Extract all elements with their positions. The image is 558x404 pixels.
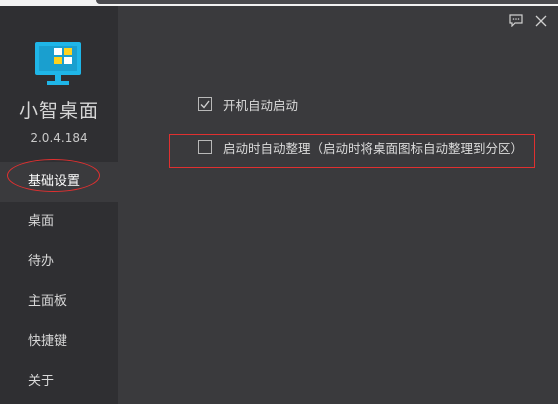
chat-bubble-icon: [509, 12, 523, 31]
sidebar-item-label: 基础设置: [28, 174, 81, 189]
feedback-button[interactable]: [507, 12, 525, 30]
sidebar-item-desktop[interactable]: 桌面: [0, 202, 118, 242]
sidebar-item-todo[interactable]: 待办: [0, 242, 118, 282]
sidebar-item-basic-settings[interactable]: 基础设置: [0, 162, 118, 202]
sidebar-item-label: 桌面: [28, 214, 55, 229]
app-logo-icon: [34, 40, 82, 88]
window-top-tab: [96, 0, 558, 4]
option-autostart[interactable]: 开机自动启动: [198, 95, 298, 113]
app-version: 2.0.4.184: [30, 131, 88, 145]
autostart-label: 开机自动启动: [223, 97, 299, 113]
sidebar: 小智桌面 2.0.4.184 基础设置 桌面 待办 主面板 快捷键 关于: [0, 6, 118, 404]
auto-organize-checkbox[interactable]: [198, 140, 212, 154]
sidebar-item-about[interactable]: 关于: [0, 362, 118, 402]
sidebar-item-label: 快捷键: [28, 334, 68, 349]
checkmark-icon: [200, 100, 210, 109]
option-auto-organize[interactable]: 启动时自动整理（启动时将桌面图标自动整理到分区）: [198, 138, 523, 156]
close-button[interactable]: [532, 12, 550, 30]
sidebar-item-label: 关于: [28, 374, 55, 389]
autostart-checkbox[interactable]: [198, 97, 212, 111]
settings-panel: [118, 6, 558, 404]
sidebar-item-shortcuts[interactable]: 快捷键: [0, 322, 118, 362]
sidebar-item-main-panel[interactable]: 主面板: [0, 282, 118, 322]
app-name: 小智桌面: [18, 100, 99, 122]
close-icon: [535, 12, 547, 31]
sidebar-item-label: 主面板: [28, 294, 68, 309]
auto-organize-label: 启动时自动整理（启动时将桌面图标自动整理到分区）: [223, 140, 524, 156]
sidebar-item-label: 待办: [28, 254, 55, 269]
